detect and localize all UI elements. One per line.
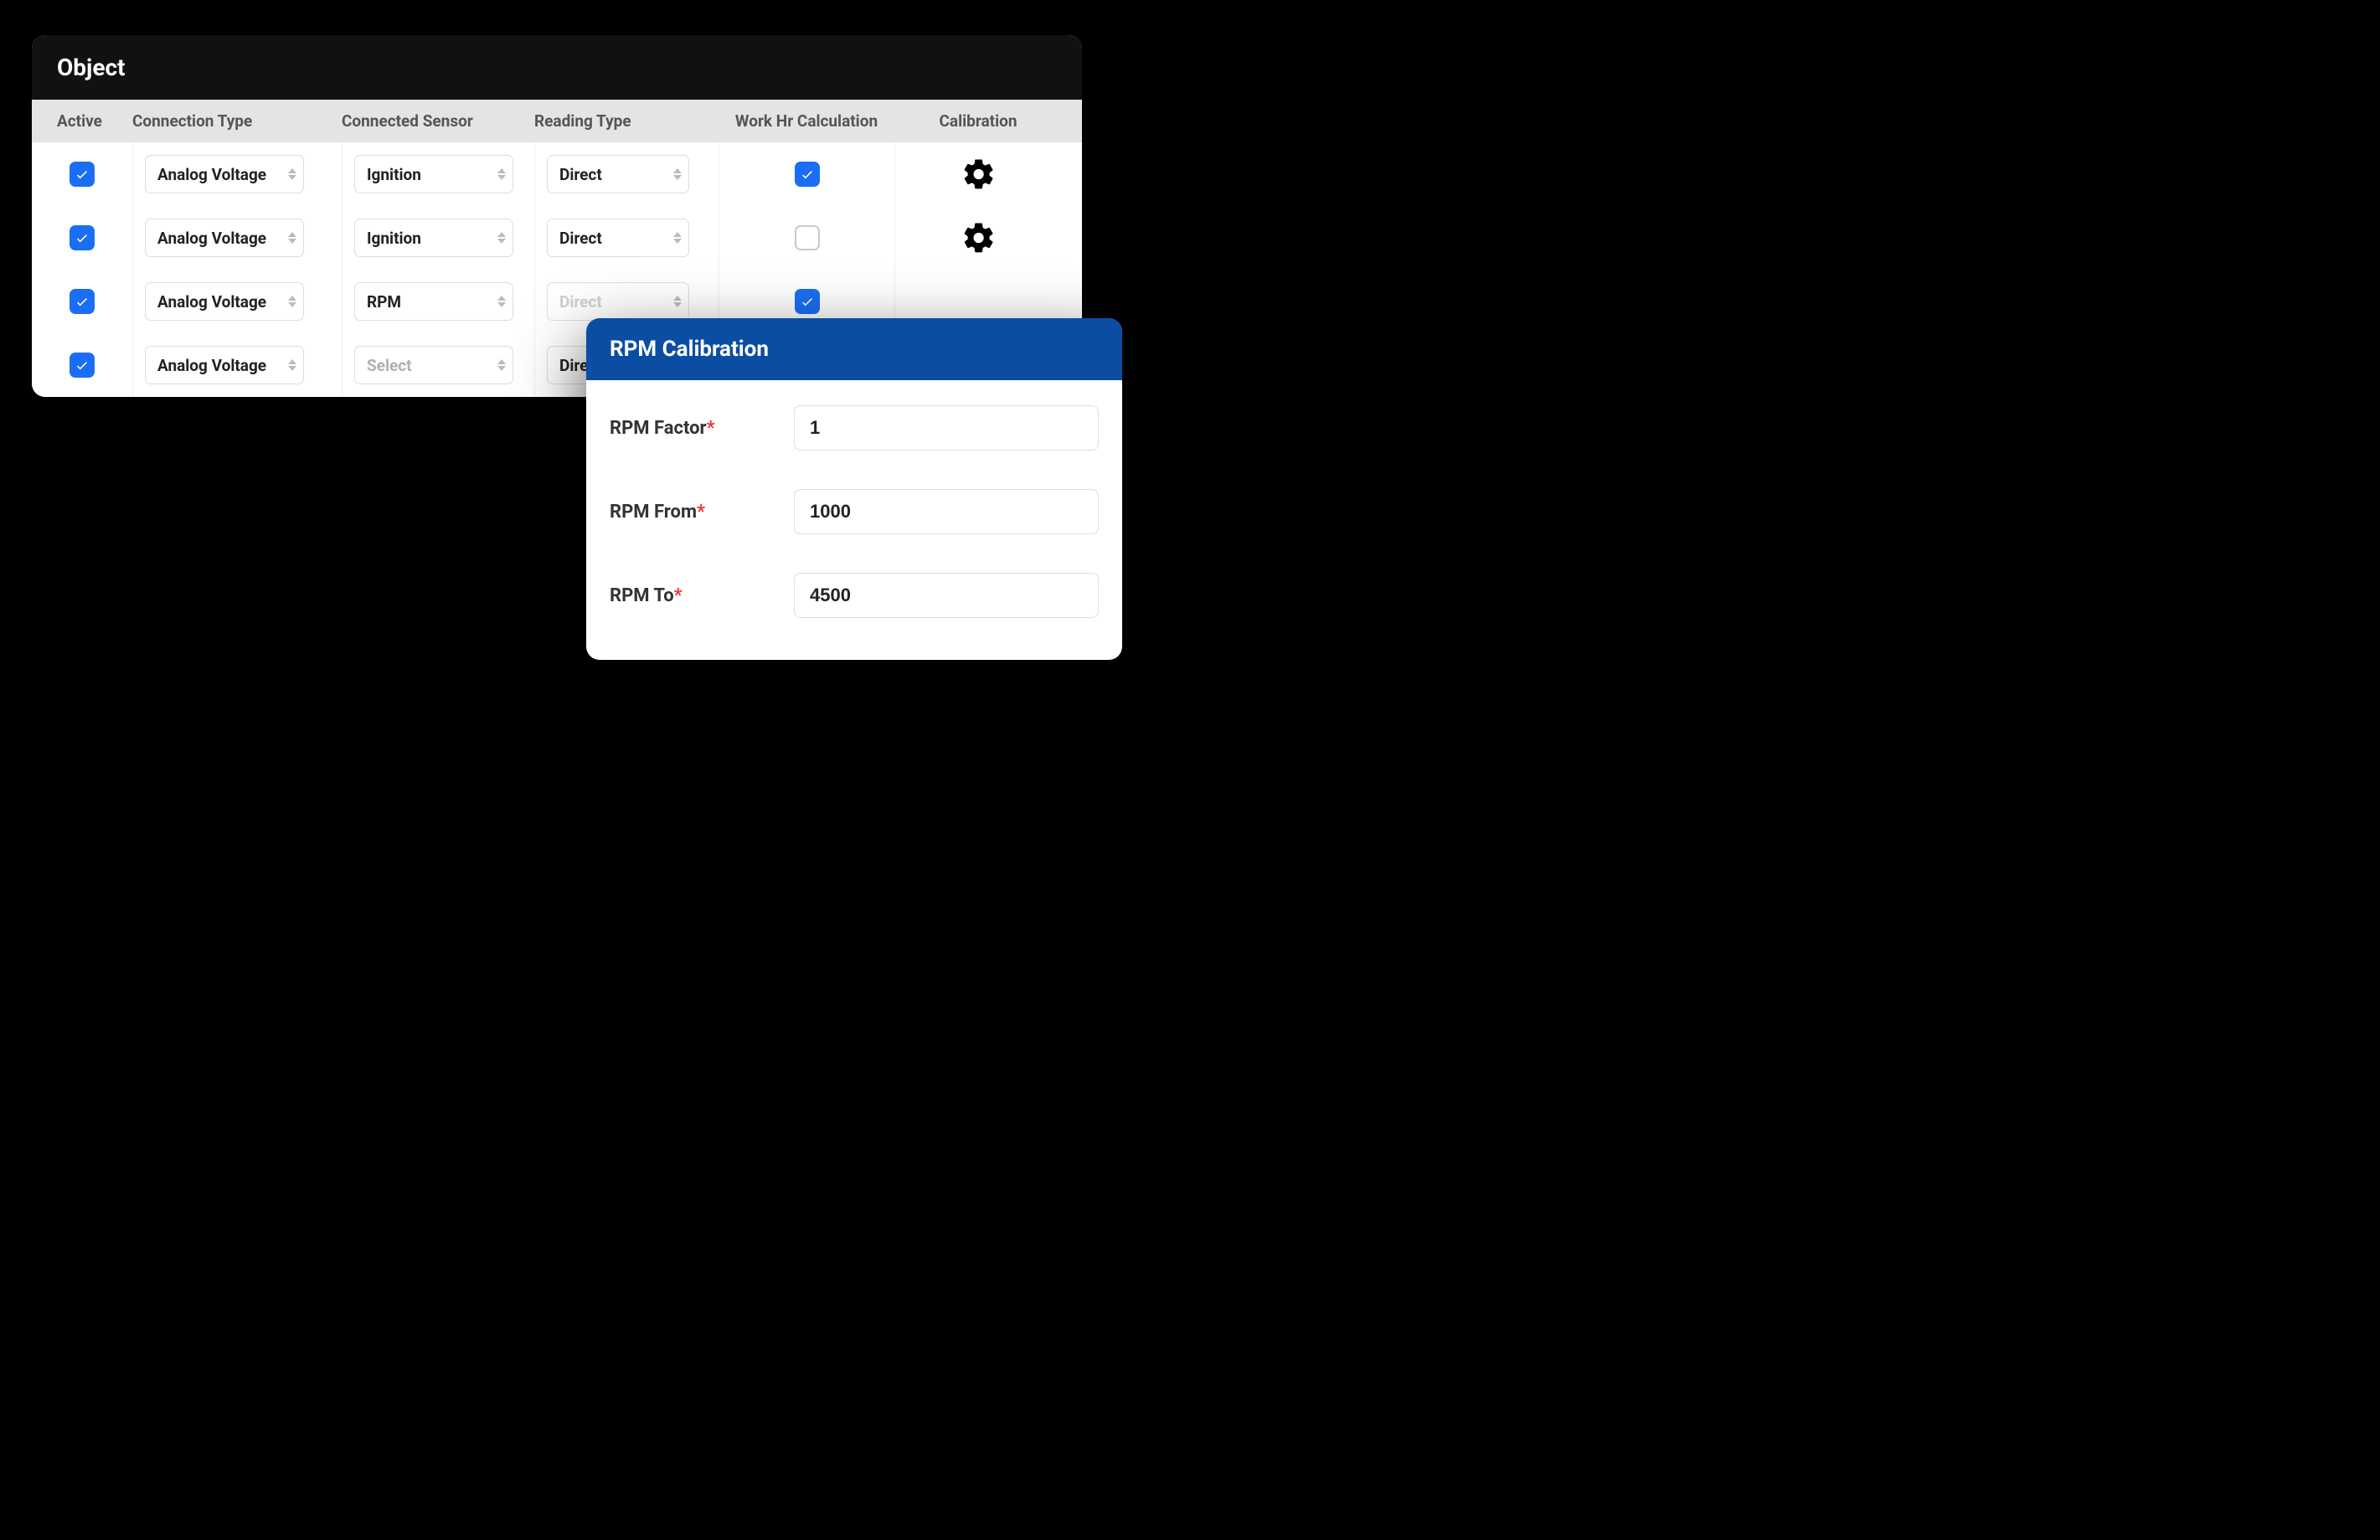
select-value: Ignition	[367, 229, 421, 248]
select-value: Direct	[559, 292, 602, 312]
work-hr-checkbox[interactable]	[795, 289, 820, 314]
select-value: Analog Voltage	[157, 165, 266, 184]
stepper-arrows-icon	[497, 359, 506, 371]
active-checkbox[interactable]	[70, 162, 95, 187]
required-asterisk: *	[674, 585, 683, 606]
required-asterisk: *	[707, 418, 715, 439]
active-checkbox[interactable]	[70, 225, 95, 250]
calibration-field-row: RPM From*	[610, 489, 1099, 534]
column-header-work-hr: Work Hr Calculation	[719, 111, 894, 131]
connection-type-select[interactable]: Analog Voltage	[145, 346, 304, 384]
table-row: Analog Voltage Ignition	[32, 206, 1082, 270]
rpm-factor-input[interactable]	[794, 405, 1099, 451]
work-hr-checkbox[interactable]	[795, 162, 820, 187]
calibration-gear-icon[interactable]	[961, 220, 997, 255]
calibration-field-row: RPM Factor*	[610, 405, 1099, 451]
reading-type-select[interactable]: Direct	[547, 219, 689, 257]
rpm-from-input[interactable]	[794, 489, 1099, 534]
connection-type-select[interactable]: Analog Voltage	[145, 155, 304, 193]
connected-sensor-select[interactable]: Select	[354, 346, 513, 384]
stepper-arrows-icon	[288, 296, 296, 307]
label-text: RPM Factor	[610, 418, 707, 439]
select-value: Analog Voltage	[157, 292, 266, 312]
panel-title: Object	[32, 35, 1082, 100]
stepper-arrows-icon	[497, 296, 506, 307]
stepper-arrows-icon	[673, 232, 682, 244]
stepper-arrows-icon	[288, 359, 296, 371]
active-checkbox[interactable]	[70, 353, 95, 378]
label-text: RPM From	[610, 502, 697, 523]
select-value: Ignition	[367, 165, 421, 184]
select-value: RPM	[367, 292, 401, 312]
table-row: Analog Voltage Ignition	[32, 142, 1082, 206]
stepper-arrows-icon	[497, 168, 506, 180]
calibration-popup-title: RPM Calibration	[586, 318, 1122, 380]
calibration-gear-icon[interactable]	[961, 157, 997, 192]
rpm-calibration-popup: RPM Calibration RPM Factor* RPM From* RP…	[586, 318, 1122, 660]
calibration-field-row: RPM To*	[610, 573, 1099, 618]
rpm-to-label: RPM To*	[610, 585, 794, 606]
column-header-reading-type: Reading Type	[534, 111, 719, 131]
rpm-from-label: RPM From*	[610, 502, 794, 523]
work-hr-checkbox[interactable]	[795, 225, 820, 250]
calibration-popup-body: RPM Factor* RPM From* RPM To*	[586, 380, 1122, 660]
reading-type-select[interactable]: Direct	[547, 155, 689, 193]
label-text: RPM To	[610, 585, 674, 606]
column-header-connection-type: Connection Type	[132, 111, 342, 131]
connected-sensor-select[interactable]: Ignition	[354, 155, 513, 193]
select-value: Analog Voltage	[157, 229, 266, 248]
connected-sensor-select[interactable]: RPM	[354, 282, 513, 321]
stepper-arrows-icon	[288, 232, 296, 244]
select-value: Analog Voltage	[157, 356, 266, 375]
column-header-active: Active	[32, 111, 132, 131]
stepper-arrows-icon	[673, 168, 682, 180]
table-header: Active Connection Type Connected Sensor …	[32, 100, 1082, 142]
rpm-to-input[interactable]	[794, 573, 1099, 618]
column-header-calibration: Calibration	[894, 111, 1062, 131]
stepper-arrows-icon	[288, 168, 296, 180]
reading-type-select[interactable]: Direct	[547, 282, 689, 321]
connection-type-select[interactable]: Analog Voltage	[145, 282, 304, 321]
select-value: Direct	[559, 165, 602, 184]
select-value: Direct	[559, 229, 602, 248]
required-asterisk: *	[697, 502, 705, 523]
column-header-connected-sensor: Connected Sensor	[342, 111, 534, 131]
active-checkbox[interactable]	[70, 289, 95, 314]
stepper-arrows-icon	[673, 296, 682, 307]
connected-sensor-select[interactable]: Ignition	[354, 219, 513, 257]
rpm-factor-label: RPM Factor*	[610, 418, 794, 439]
select-value: Select	[367, 356, 412, 375]
stepper-arrows-icon	[497, 232, 506, 244]
connection-type-select[interactable]: Analog Voltage	[145, 219, 304, 257]
